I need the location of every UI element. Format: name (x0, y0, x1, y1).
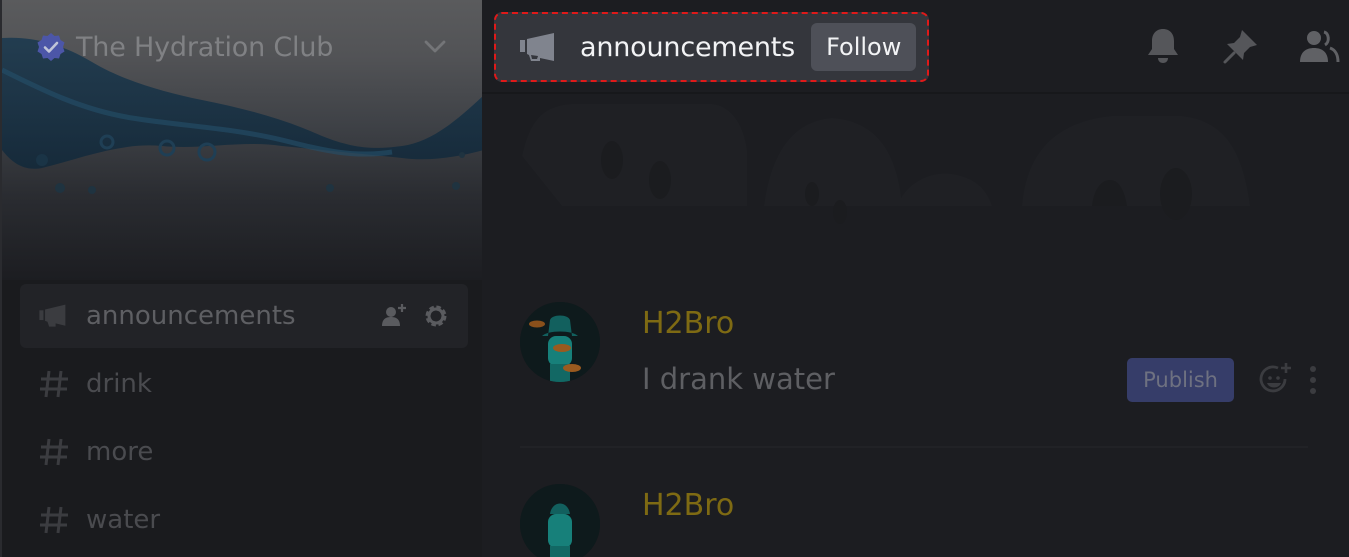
pin-icon[interactable] (1219, 24, 1263, 68)
members-icon[interactable] (1297, 24, 1341, 68)
message-author[interactable]: H2Bro (642, 306, 734, 341)
guild-name: The Hydration Club (76, 31, 334, 63)
channel-item-more[interactable]: more (20, 420, 468, 484)
guild-header[interactable]: The Hydration Club (2, 22, 482, 72)
channel-item-announcements[interactable]: announcements (20, 284, 468, 348)
message-item: H2Bro (520, 484, 1320, 557)
chat-area: announcements Follow H2Bro I drank water… (482, 0, 1349, 557)
megaphone-icon (36, 301, 72, 331)
message-content: I drank water (642, 362, 835, 396)
invite-icon[interactable] (380, 302, 408, 330)
channel-list: announcements drink more water (2, 284, 482, 552)
channel-name: water (86, 505, 161, 535)
publish-button[interactable]: Publish (1127, 358, 1234, 402)
channel-title: announcements (580, 31, 796, 63)
channel-welcome-illustration (522, 104, 1250, 224)
channel-name: announcements (86, 301, 296, 331)
channel-name: drink (86, 369, 152, 399)
message-divider (520, 446, 1308, 448)
megaphone-icon (520, 33, 554, 61)
channel-item-drink[interactable]: drink (20, 352, 468, 416)
hash-icon (36, 369, 72, 399)
author-avatar[interactable] (520, 302, 600, 382)
hash-icon (36, 437, 72, 467)
header-toolbar (1107, 24, 1349, 68)
more-options-icon[interactable] (1306, 363, 1320, 397)
message-item: H2Bro I drank water Publish (520, 302, 1320, 412)
channel-sidebar: The Hydration Club announcements drink m… (0, 0, 482, 557)
message-author[interactable]: H2Bro (642, 488, 734, 523)
follow-button[interactable]: Follow (811, 23, 917, 71)
hash-icon (36, 505, 72, 535)
chevron-down-icon[interactable] (422, 34, 448, 60)
bell-icon[interactable] (1141, 24, 1185, 68)
message-actions: Publish (1127, 358, 1320, 402)
channel-name: more (86, 437, 154, 467)
author-avatar[interactable] (520, 484, 600, 557)
channel-item-water[interactable]: water (20, 488, 468, 552)
gear-icon[interactable] (422, 302, 450, 330)
add-reaction-icon[interactable] (1256, 361, 1294, 399)
channel-header: announcements Follow (482, 0, 1349, 94)
verified-badge-icon (37, 33, 65, 61)
channel-title-highlight: announcements Follow (494, 12, 929, 82)
